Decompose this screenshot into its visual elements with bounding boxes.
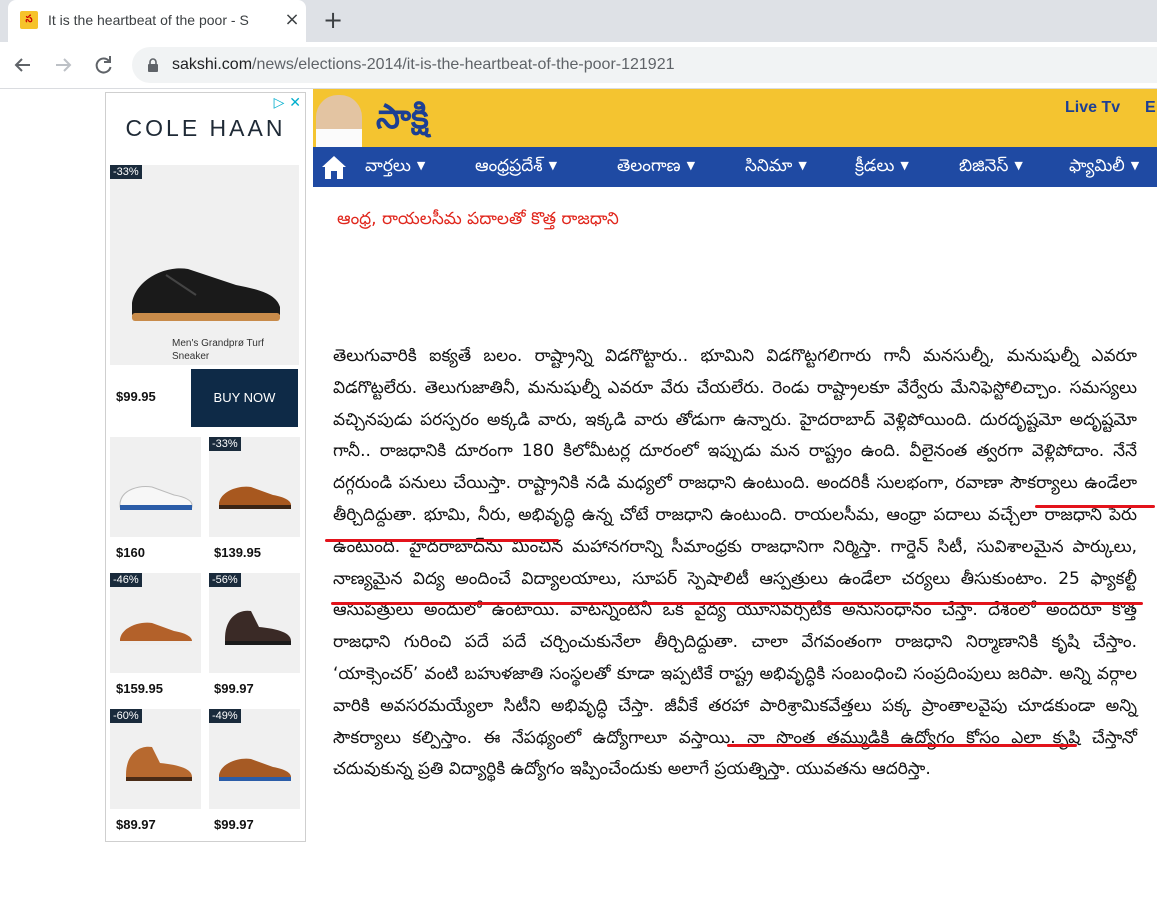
menu-item-cinema[interactable]: సినిమా ▼ bbox=[745, 156, 807, 180]
tab-strip: స It is the heartbeat of the poor - S × … bbox=[0, 0, 1157, 42]
menu-item-sports[interactable]: క్రీడలు ▼ bbox=[855, 156, 909, 180]
leader-photo-shirt bbox=[316, 129, 362, 147]
shoe-image bbox=[119, 486, 193, 510]
menu-item-andhra-pradesh[interactable]: ఆంధ్రప్రదేశ్ ▼ bbox=[475, 156, 557, 180]
product-price: $99.97 bbox=[214, 817, 254, 832]
shoe-image bbox=[126, 746, 192, 781]
site-header: సాక్షి Live Tv E bbox=[313, 89, 1157, 147]
back-icon[interactable] bbox=[10, 52, 36, 78]
menu-item-business[interactable]: బిజినెస్ ▼ bbox=[959, 156, 1023, 180]
sakshi-site: సాక్షి Live Tv E వార్తలు ▼ ఆంధ్రప్రదేశ్ ▼ … bbox=[313, 89, 1157, 900]
discount-badge: -33% bbox=[110, 165, 142, 179]
discount-badge: -46% bbox=[110, 573, 142, 587]
product-price: $139.95 bbox=[214, 545, 261, 560]
chevron-down-icon: ▼ bbox=[1130, 159, 1140, 172]
product-price: $89.97 bbox=[116, 817, 156, 832]
highlight-underline bbox=[1035, 505, 1155, 508]
product-name: Men's Grandprø Turf Sneaker bbox=[172, 338, 264, 362]
close-tab-icon[interactable]: × bbox=[282, 10, 302, 30]
product-price: $99.97 bbox=[214, 681, 254, 696]
discount-badge: -56% bbox=[209, 573, 241, 587]
site-logo[interactable]: సాక్షి bbox=[376, 97, 429, 145]
live-tv-link[interactable]: Live Tv bbox=[1065, 99, 1120, 117]
article-body: తెలుగువారికి ఐక్యతే బలం. రాష్ట్రాన్ని వి… bbox=[333, 346, 1137, 780]
menu-item-news[interactable]: వార్తలు ▼ bbox=[365, 156, 425, 180]
menu-item-telangana[interactable]: తెలంగాణ ▼ bbox=[617, 156, 695, 180]
ad-brand-logo: COLE HAAN bbox=[125, 115, 286, 141]
new-tab-icon[interactable]: + bbox=[320, 8, 346, 34]
address-bar[interactable]: sakshi.com/news/elections-2014/it-is-the… bbox=[132, 47, 1157, 83]
forward-icon[interactable] bbox=[50, 52, 76, 78]
url-text: sakshi.com/news/elections-2014/it-is-the… bbox=[172, 56, 675, 73]
chevron-down-icon: ▼ bbox=[798, 159, 807, 172]
sakshi-favicon-icon: స bbox=[20, 11, 38, 29]
reload-icon[interactable] bbox=[90, 52, 116, 78]
chevron-down-icon: ▼ bbox=[686, 159, 696, 172]
highlight-underline bbox=[325, 539, 559, 542]
menu-item-family[interactable]: ఫ్యామిలీ ▼ bbox=[1069, 156, 1139, 180]
highlight-underline bbox=[913, 602, 1143, 605]
highlight-underline bbox=[727, 744, 1077, 747]
product-tile[interactable]: -56% bbox=[209, 573, 300, 673]
tab-title: It is the heartbeat of the poor - S bbox=[48, 12, 249, 28]
chevron-down-icon: ▼ bbox=[416, 159, 426, 172]
related-article-link[interactable]: ఆంధ్ర, రాయలసీమ పదాలతో కొత్త రాజధాని bbox=[337, 209, 619, 233]
product-tile[interactable]: -33% bbox=[209, 437, 300, 537]
product-tile[interactable]: -46% bbox=[110, 573, 201, 673]
product-price: $160 bbox=[116, 545, 145, 560]
chevron-down-icon: ▼ bbox=[1014, 159, 1023, 172]
discount-badge: -49% bbox=[209, 709, 241, 723]
shoe-image bbox=[120, 622, 192, 645]
discount-badge: -33% bbox=[209, 437, 241, 451]
main-menu: వార్తలు ▼ ఆంధ్రప్రదేశ్ ▼ తెలంగాణ ▼ సినిమా ▼ … bbox=[313, 147, 1157, 187]
product-price: $159.95 bbox=[116, 681, 163, 696]
home-icon[interactable] bbox=[319, 152, 349, 182]
featured-product[interactable]: -33% bbox=[110, 165, 299, 365]
lock-icon bbox=[148, 58, 158, 72]
advertisement[interactable]: ▷ ✕ COLE HAAN -33% Men's Grandprø Turf S… bbox=[105, 92, 306, 842]
browser-toolbar: sakshi.com/news/elections-2014/it-is-the… bbox=[0, 42, 1157, 89]
shoe-image bbox=[219, 486, 291, 509]
chevron-down-icon: ▼ bbox=[900, 159, 909, 172]
buy-now-button[interactable]: BUY NOW bbox=[191, 369, 298, 427]
chevron-down-icon: ▼ bbox=[548, 159, 558, 172]
highlight-underline bbox=[331, 602, 911, 605]
ad-choices-icon[interactable]: ▷ ✕ bbox=[274, 95, 301, 111]
product-price: $99.95 bbox=[116, 389, 156, 404]
browser-tab[interactable]: స It is the heartbeat of the poor - S × bbox=[8, 0, 306, 42]
sneaker-image bbox=[132, 268, 280, 321]
page-content: ▷ ✕ COLE HAAN -33% Men's Grandprø Turf S… bbox=[0, 89, 1157, 900]
shoe-image bbox=[219, 758, 291, 781]
shoe-image bbox=[225, 610, 291, 645]
e-paper-link[interactable]: E bbox=[1145, 99, 1156, 117]
discount-badge: -60% bbox=[110, 709, 142, 723]
product-tile[interactable] bbox=[110, 437, 201, 537]
product-tile[interactable]: -60% bbox=[110, 709, 201, 809]
product-tile[interactable]: -49% bbox=[209, 709, 300, 809]
